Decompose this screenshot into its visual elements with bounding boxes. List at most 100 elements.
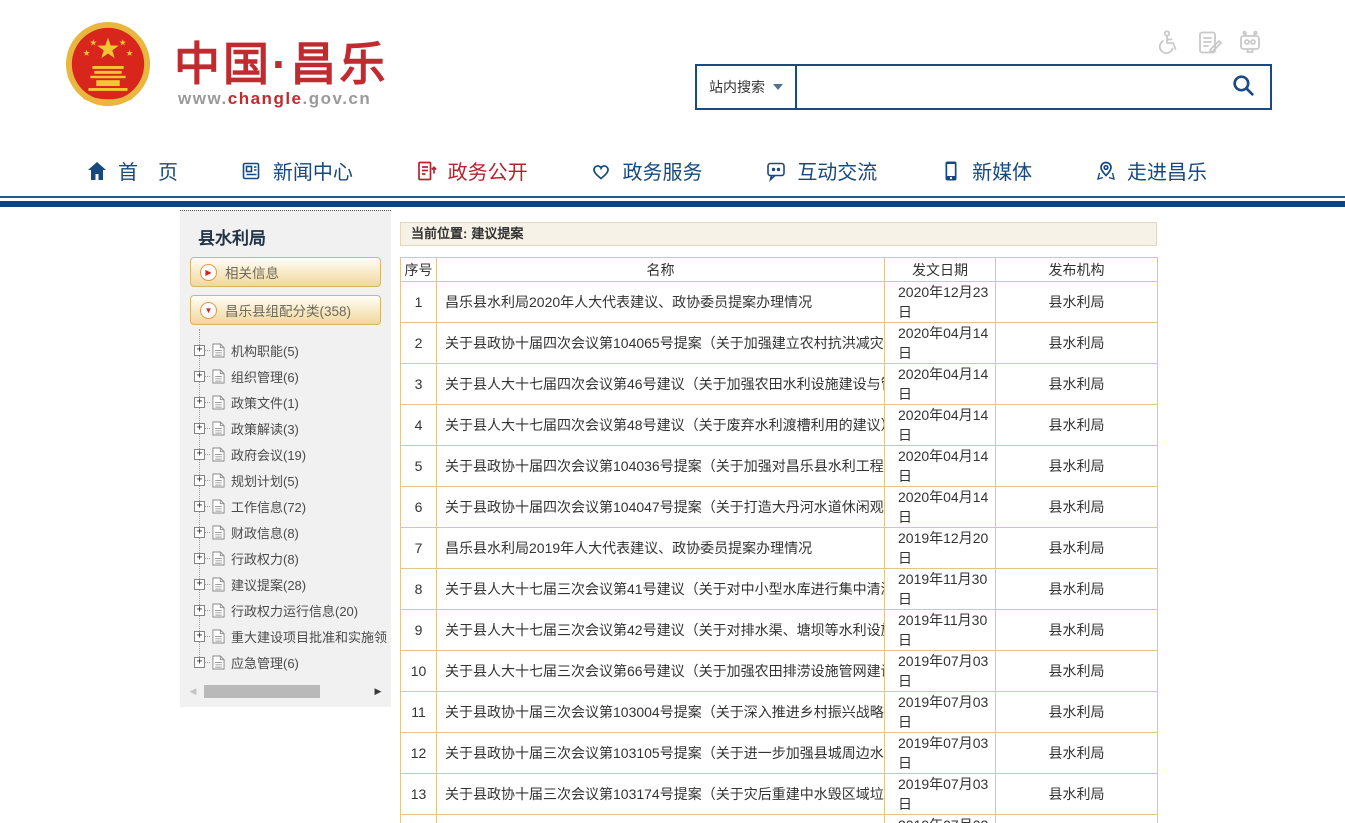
sidebar: 县水利局 ▶ 相关信息 ▼ 昌乐县组配分类(358) + <box>180 210 391 707</box>
expand-plus-icon[interactable]: + <box>194 605 205 616</box>
expand-plus-icon[interactable]: + <box>194 449 205 460</box>
nav-divider-thin <box>0 196 1345 198</box>
home-icon <box>85 159 109 183</box>
sidebar-section-button[interactable]: ▼ 昌乐县组配分类(358) <box>190 295 381 325</box>
expand-plus-icon[interactable]: + <box>194 345 205 356</box>
doc-org: 县水利局 <box>996 774 1158 815</box>
document-icon <box>212 421 225 436</box>
phone-icon <box>939 159 963 183</box>
tree-item[interactable]: + 财政信息(8) <box>180 519 391 545</box>
scrollbar-thumb[interactable] <box>204 685 320 698</box>
expand-plus-icon[interactable]: + <box>194 553 205 564</box>
doc-title-link[interactable]: 昌乐县水利局2020年人大代表建议、政协委员提案办理情况 <box>437 282 885 323</box>
doc-org: 县水利局 <box>996 651 1158 692</box>
doc-date: 2020年12月23日 <box>885 282 996 323</box>
row-index: 14 <box>401 815 437 823</box>
doc-title-link[interactable]: 关于县人大十七届三次会议第42号建议（关于对排水渠、塘坝等水利设施进行统... <box>437 610 885 651</box>
doc-date: 2019年12月20日 <box>885 528 996 569</box>
tree-item[interactable]: + 机构职能(5) <box>180 337 391 363</box>
table-row: 9 关于县人大十七届三次会议第42号建议（关于对排水渠、塘坝等水利设施进行统..… <box>401 610 1158 651</box>
tree-item[interactable]: + 建议提案(28) <box>180 571 391 597</box>
doc-org: 县水利局 <box>996 364 1158 405</box>
national-emblem-logo[interactable]: ★ ★ ★ ★ <box>64 20 152 112</box>
doc-title-link[interactable]: 关于县人大十七届四次会议第48号建议（关于废弃水利渡槽利用的建议）的答复 <box>437 405 885 446</box>
doc-date: 2020年04月14日 <box>885 323 996 364</box>
expand-plus-icon[interactable]: + <box>194 371 205 382</box>
gov-open-icon <box>415 159 439 183</box>
tree-item[interactable]: + 规划计划(5) <box>180 467 391 493</box>
doc-title-link[interactable]: 关于县人大十七届三次会议第41号建议（关于对中小型水库进行集中清淤的建议... <box>437 569 885 610</box>
chat-icon <box>764 159 788 183</box>
nav-item[interactable]: 互动交流 <box>764 156 877 185</box>
expand-plus-icon[interactable]: + <box>194 527 205 538</box>
robot-icon[interactable] <box>1235 28 1264 57</box>
expand-plus-icon[interactable]: + <box>194 657 205 668</box>
search-category-dropdown[interactable]: 站内搜索 <box>697 66 797 108</box>
tree-item[interactable]: + 重大建设项目批准和实施领 <box>180 623 391 649</box>
doc-title-link[interactable]: 关于县政协十届四次会议第104047号提案（关于打造大丹河水道休闲观光带的建..… <box>437 487 885 528</box>
doc-date: 2019年07月03日 <box>885 815 996 823</box>
nav-item[interactable]: 走进昌乐 <box>1094 156 1207 185</box>
accessibility-icon[interactable] <box>1155 28 1184 57</box>
tree-item[interactable]: + 政府会议(19) <box>180 441 391 467</box>
document-icon <box>212 629 225 644</box>
doc-title-link[interactable]: 关于县政协十届三次会议第103174号提案（关于灾后重建中水毁区域垃圾综合治..… <box>437 774 885 815</box>
document-icon <box>212 447 225 462</box>
nav-item[interactable]: 首 页 <box>85 156 178 185</box>
table-row: 5 关于县政协十届四次会议第104036号提案（关于加强对昌乐县水利工程红色文化… <box>401 446 1158 487</box>
doc-title-link[interactable]: 关于县政协十届四次会议第104065号提案（关于加强建立农村抗洪减灾的体系的..… <box>437 323 885 364</box>
expand-plus-icon[interactable]: + <box>194 631 205 642</box>
doc-title-link[interactable]: 关于县政协十届三次会议第103004号提案（关于深入推进乡村振兴战略的几点建..… <box>437 692 885 733</box>
down-circle-icon: ▼ <box>200 302 217 319</box>
tree-item[interactable]: + 政策文件(1) <box>180 389 391 415</box>
tree-item[interactable]: + 行政权力运行信息(20) <box>180 597 391 623</box>
tree-item[interactable]: + 政策解读(3) <box>180 415 391 441</box>
page-header: ★ ★ ★ ★ 中国·昌乐 www.changle.gov.cn <box>0 0 1345 145</box>
doc-date: 2020年04月14日 <box>885 405 996 446</box>
chevron-down-icon <box>773 84 783 90</box>
table-row: 12 关于县政协十届三次会议第103105号提案（关于进一步加强县城周边水库、塘… <box>401 733 1158 774</box>
doc-title-link[interactable]: 昌乐县水利局2019年人大代表建议、政协委员提案办理情况 <box>437 528 885 569</box>
search-input[interactable] <box>797 66 1216 108</box>
doc-title-link[interactable]: 关于县人大十七届三次会议第66号建议（关于加强农田排涝设施管网建设的建议... <box>437 651 885 692</box>
doc-org: 县水利局 <box>996 815 1158 823</box>
map-pin-icon <box>1094 159 1118 183</box>
expand-plus-icon[interactable]: + <box>194 423 205 434</box>
document-edit-icon[interactable] <box>1195 28 1224 57</box>
row-index: 10 <box>401 651 437 692</box>
document-table: 序号 名称 发文日期 发布机构 1 昌乐县水利局2020年人大代表建议、政协委员… <box>400 257 1158 823</box>
scroll-right-arrow-icon[interactable]: ▶ <box>371 686 385 697</box>
doc-title-link[interactable]: 关于县政协十届四次会议第104036号提案（关于加强对昌乐县水利工程红色文化..… <box>437 446 885 487</box>
tree-item[interactable]: + 组织管理(6) <box>180 363 391 389</box>
header-quick-icons <box>1155 28 1264 57</box>
nav-item[interactable]: 新媒体 <box>939 156 1032 185</box>
row-index: 12 <box>401 733 437 774</box>
doc-title-link[interactable]: 关于县人大十七届三次会议第40号建议（关于加强山区农村水利基础设施建设的... <box>437 815 885 823</box>
expand-plus-icon[interactable]: + <box>194 475 205 486</box>
search-button[interactable] <box>1216 66 1270 108</box>
table-row: 6 关于县政协十届四次会议第104047号提案（关于打造大丹河水道休闲观光带的建… <box>401 487 1158 528</box>
expand-plus-icon[interactable]: + <box>194 579 205 590</box>
expand-plus-icon[interactable]: + <box>194 501 205 512</box>
tree-item[interactable]: + 应急管理(6) <box>180 649 391 675</box>
row-index: 9 <box>401 610 437 651</box>
svg-text:★: ★ <box>119 37 127 47</box>
tree-item[interactable]: + 工作信息(72) <box>180 493 391 519</box>
nav-item[interactable]: 政务公开 <box>415 156 528 185</box>
site-title[interactable]: 中国·昌乐 <box>174 28 388 94</box>
document-icon <box>212 473 225 488</box>
nav-item[interactable]: 新闻中心 <box>240 156 353 185</box>
category-tree: + 机构职能(5) + <box>180 337 391 675</box>
svg-text:★: ★ <box>83 48 91 58</box>
expand-plus-icon[interactable]: + <box>194 397 205 408</box>
document-icon <box>212 551 225 566</box>
doc-org: 县水利局 <box>996 487 1158 528</box>
doc-title-link[interactable]: 关于县人大十七届四次会议第46号建议（关于加强农田水利设施建设与管护的建... <box>437 364 885 405</box>
doc-date: 2020年04月14日 <box>885 364 996 405</box>
doc-title-link[interactable]: 关于县政协十届三次会议第103105号提案（关于进一步加强县城周边水库、塘坝..… <box>437 733 885 774</box>
tree-item[interactable]: + 行政权力(8) <box>180 545 391 571</box>
scroll-left-arrow-icon[interactable]: ◀ <box>186 686 200 697</box>
site-url: www.changle.gov.cn <box>178 89 371 109</box>
nav-item[interactable]: 政务服务 <box>589 156 702 185</box>
sidebar-section-button[interactable]: ▶ 相关信息 <box>190 257 381 287</box>
